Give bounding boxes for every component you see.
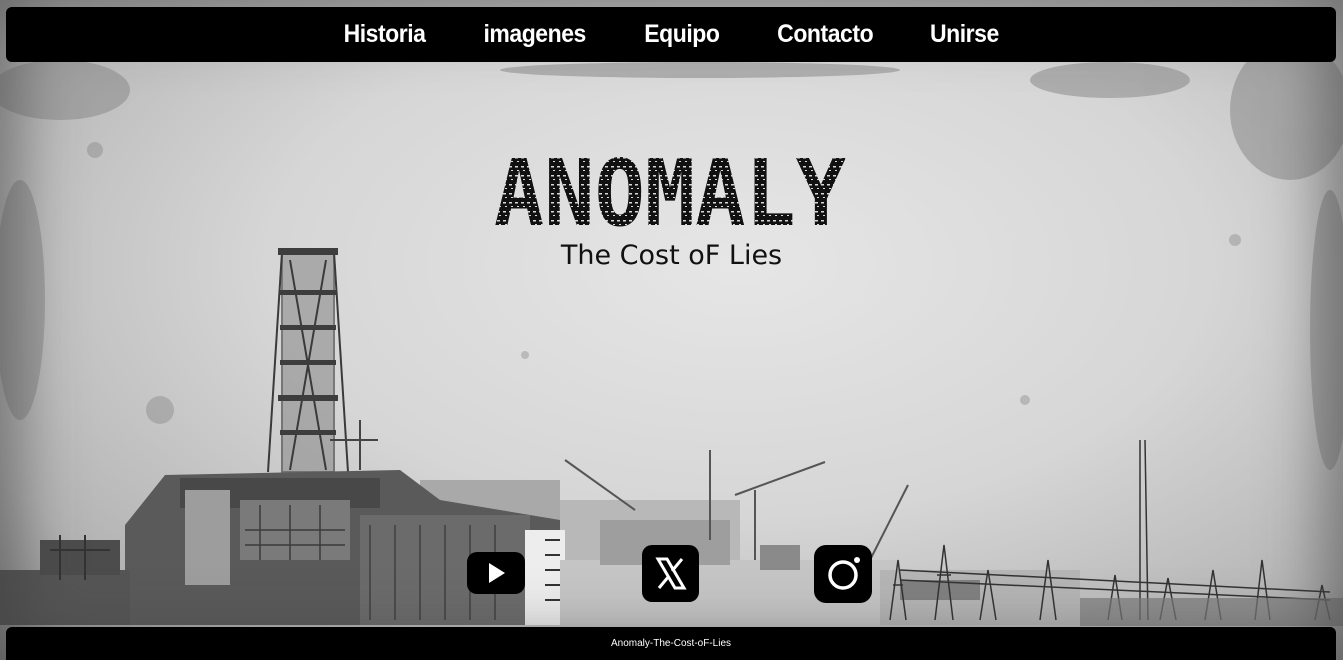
youtube-link[interactable] [467,552,525,594]
top-navbar: Historia imagenes Equipo Contacto Unirse [6,7,1336,62]
x-twitter-icon [655,557,687,590]
instagram-icon [828,557,860,590]
instagram-link[interactable] [814,545,872,603]
page-footer: Anomaly-The-Cost-oF-Lies [6,627,1336,660]
nav-link-imagenes[interactable]: imagenes [484,20,587,49]
x-twitter-link[interactable] [642,545,699,602]
nav-link-equipo[interactable]: Equipo [644,20,720,49]
tagline: The Cost oF Lies [560,240,783,271]
anomaly-logo: ANOMALY [490,140,850,247]
nav-link-historia[interactable]: Historia [344,20,426,49]
anomaly-logo-image: ANOMALY [494,140,847,247]
logo-text: ANOMALY [494,145,847,235]
youtube-icon [489,563,505,583]
nav-link-unirse[interactable]: Unirse [930,20,999,49]
nav-link-contacto[interactable]: Contacto [777,20,873,49]
footer-text: Anomaly-The-Cost-oF-Lies [610,638,732,649]
